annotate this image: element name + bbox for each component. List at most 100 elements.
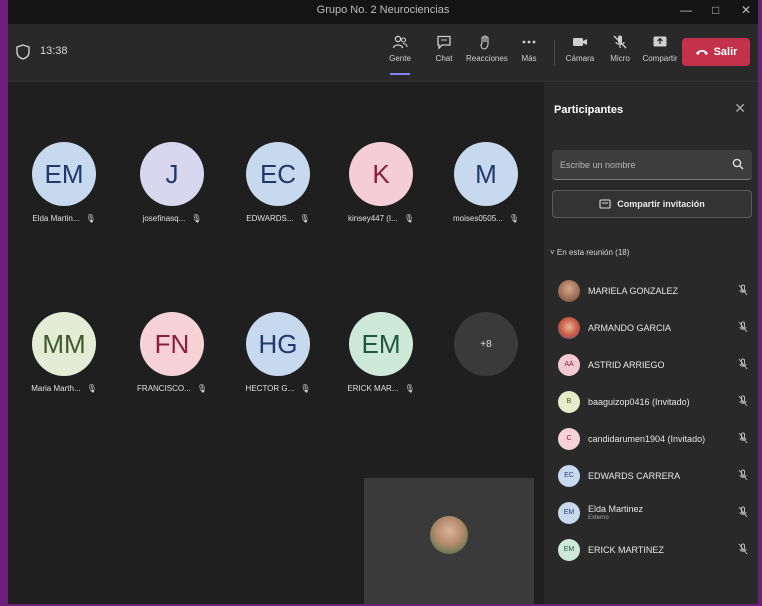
- mic-off-icon: 🎙: [300, 384, 311, 393]
- participant-row[interactable]: EC EDWARDS CARRERA: [544, 457, 758, 494]
- panel-title: Participantes: [554, 104, 624, 116]
- participant-row[interactable]: MARIELA GONZALEZ: [544, 272, 758, 309]
- more-button-label: Más: [521, 54, 537, 63]
- self-avatar: [430, 516, 468, 554]
- more-participants-tile[interactable]: +8: [438, 312, 534, 376]
- tile-name: josefinasq... 🎙: [124, 214, 220, 223]
- participant-tile[interactable]: M moises0505... 🎙: [438, 142, 534, 223]
- more-participants-count: +8: [454, 312, 518, 376]
- share-screen-button[interactable]: Compartir: [640, 34, 680, 63]
- people-button-label: Gente: [389, 54, 411, 63]
- search-input[interactable]: [552, 150, 728, 180]
- avatar: EC: [246, 142, 310, 206]
- reactions-button[interactable]: Reacciones: [466, 34, 508, 63]
- more-icon: [522, 40, 536, 44]
- mic-button-label: Micro: [610, 54, 630, 63]
- avatar: J: [140, 142, 204, 206]
- more-button[interactable]: Más: [509, 34, 549, 63]
- participant-row[interactable]: AA ASTRID ARRIEGO: [544, 346, 758, 383]
- avatar: MM: [32, 312, 96, 376]
- mic-off-icon: [738, 284, 748, 296]
- avatar: K: [349, 142, 413, 206]
- mic-off-icon: 🎙: [85, 214, 96, 223]
- chat-button[interactable]: Chat: [424, 34, 464, 63]
- tile-name: Maria Marth... 🎙: [16, 384, 112, 393]
- participant-tile[interactable]: HG HECTOR G... 🎙: [230, 312, 326, 393]
- video-stage: EM Elda Martin... 🎙 J josefinasq... 🎙 EC E…: [8, 82, 544, 604]
- minimize-icon[interactable]: —: [680, 3, 692, 17]
- meeting-timer: 13:38: [40, 45, 68, 57]
- tile-name: ERICK MAR... 🎙: [333, 384, 429, 393]
- leave-button[interactable]: Salir: [682, 38, 750, 66]
- avatar: EM: [558, 501, 580, 524]
- maximize-icon[interactable]: □: [712, 3, 719, 17]
- share-button-label: Compartir: [642, 54, 678, 63]
- share-icon: [653, 36, 667, 47]
- mic-button[interactable]: Micro: [600, 34, 640, 63]
- mic-off-icon: 🎙: [191, 214, 202, 223]
- share-invite-button[interactable]: Compartir invitación: [552, 190, 752, 218]
- participant-row[interactable]: EM Elda Martinez Externo: [544, 494, 758, 531]
- tile-name: Elda Martin... 🎙: [16, 214, 112, 223]
- mic-off-icon: [738, 321, 748, 333]
- mic-off-icon: [613, 35, 627, 49]
- mic-off-icon: 🎙: [86, 384, 97, 393]
- tile-name-text: Maria Marth...: [31, 384, 81, 393]
- participant-list: MARIELA GONZALEZ ARMANDO GARCIA AA ASTRI…: [544, 272, 758, 568]
- tile-name: EDWARDS... 🎙: [230, 214, 326, 223]
- participant-tile[interactable]: MM Maria Marth... 🎙: [16, 312, 112, 393]
- people-icon: [392, 35, 408, 49]
- participant-tile[interactable]: EM ERICK MAR... 🎙: [333, 312, 429, 393]
- active-tab-indicator: [390, 73, 410, 75]
- participant-name: ERICK MARTINEZ: [588, 544, 664, 555]
- avatar: AA: [558, 353, 580, 376]
- tile-name-text: HECTOR G...: [245, 384, 295, 393]
- camera-button[interactable]: Cámara: [560, 34, 600, 63]
- copy-link-icon: [599, 199, 611, 209]
- mic-off-icon: [738, 358, 748, 370]
- participant-name: candidarumen1904 (Invitado): [588, 433, 706, 444]
- participant-row[interactable]: C candidarumen1904 (Invitado): [544, 420, 758, 457]
- participant-name: ARMANDO GARCIA: [588, 322, 672, 333]
- participant-name: Elda Martinez Externo: [588, 504, 643, 521]
- mic-off-icon: [738, 432, 748, 444]
- participant-tile[interactable]: J josefinasq... 🎙: [124, 142, 220, 223]
- reactions-icon: [480, 35, 489, 50]
- camera-icon: [573, 38, 587, 46]
- mic-off-icon: [738, 395, 748, 407]
- avatar: EM: [349, 312, 413, 376]
- tile-name-text: FRANCISCO...: [137, 384, 191, 393]
- self-view[interactable]: [364, 478, 534, 604]
- avatar: EM: [32, 142, 96, 206]
- meeting-toolbar: 13:38 Gente Chat Reacciones Más Cámara M…: [8, 24, 758, 82]
- avatar: EM: [558, 538, 580, 561]
- participant-name: MARIELA GONZALEZ: [588, 285, 679, 296]
- mic-off-icon: 🎙: [403, 214, 414, 223]
- search-icon[interactable]: [732, 158, 744, 170]
- close-window-icon[interactable]: ✕: [741, 3, 751, 17]
- people-button[interactable]: Gente: [380, 34, 420, 75]
- avatar: [558, 316, 580, 339]
- participant-row[interactable]: B baaguizop0416 (Invitado): [544, 383, 758, 420]
- avatar: M: [454, 142, 518, 206]
- toolbar-divider: [554, 40, 555, 66]
- participant-tile[interactable]: EM Elda Martin... 🎙: [16, 142, 112, 223]
- title-bar: Grupo No. 2 Neurociencias — □ ✕: [8, 0, 758, 24]
- chevron-down-icon: ˅: [550, 248, 555, 257]
- mic-off-icon: [738, 469, 748, 481]
- in-meeting-section[interactable]: ˅ En esta reunión (18): [550, 248, 629, 257]
- participant-tile[interactable]: K kinsey447 (I... 🎙: [333, 142, 429, 223]
- mic-off-icon: 🎙: [404, 384, 415, 393]
- participant-row[interactable]: EM ERICK MARTINEZ: [544, 531, 758, 568]
- participant-row[interactable]: ARMANDO GARCIA: [544, 309, 758, 346]
- close-panel-icon[interactable]: ✕: [734, 100, 746, 117]
- participant-tile[interactable]: FN FRANCISCO... 🎙: [124, 312, 220, 393]
- participant-search: [552, 150, 752, 180]
- avatar: C: [558, 427, 580, 450]
- tile-name: HECTOR G... 🎙: [230, 384, 326, 393]
- mic-off-icon: [738, 506, 748, 518]
- participant-tile[interactable]: EC EDWARDS... 🎙: [230, 142, 326, 223]
- participant-subtitle: Externo: [588, 515, 609, 521]
- tile-name: FRANCISCO... 🎙: [124, 384, 220, 393]
- tile-name-text: kinsey447 (I...: [348, 214, 398, 223]
